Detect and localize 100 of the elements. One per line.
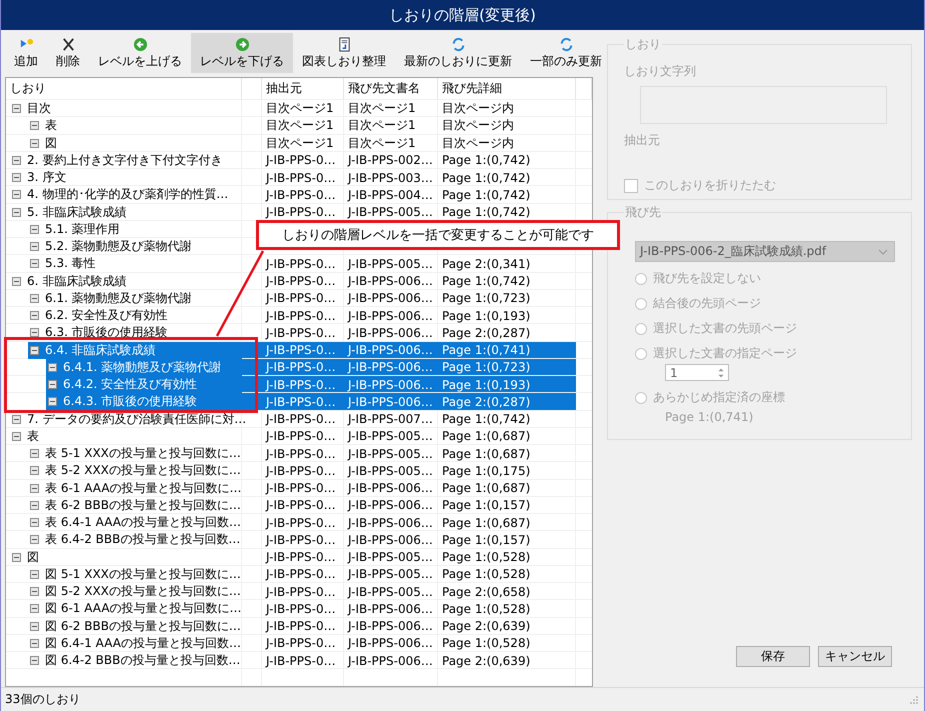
radio-button[interactable]	[635, 322, 647, 334]
tree-item[interactable]: 図	[28, 134, 57, 152]
tree-item[interactable]: 4. 物理的･化学的及び薬剤学的性質…	[10, 186, 228, 204]
table-row[interactable]: 表 6-1 AAAの投与量と投与回数に… J-IB-PPS-0… J-IB-PPS-006… Page 1:(0,687)	[6, 478, 592, 496]
table-row[interactable]: 図 6.4-1 AAAの投与量と投与回数… J-IB-PPS-0… J-IB-PPS-006… Page 1:(0,528)	[6, 634, 592, 651]
node-icon	[12, 208, 21, 216]
tree-item[interactable]: 5.3. 毒性	[28, 255, 96, 272]
table-row[interactable]: 図 5-2 XXXの投与量と投与回数に… J-IB-PPS-0… J-IB-PPS-005… Page 2:(0,658)	[6, 582, 592, 600]
toolbar-button[interactable]: 一部のみ更新	[521, 33, 611, 73]
table-row[interactable]: 6.4.3. 市販後の使用経験 J-IB-PPS-0… J-IB-PPS-006… Page 2:(0,287)	[6, 392, 592, 410]
radio-button[interactable]	[635, 392, 647, 404]
table-cell: J-IB-PPS-005…	[348, 256, 433, 271]
table-row[interactable]: 4. 物理的･化学的及び薬剤学的性質… J-IB-PPS-0… J-IB-PPS-004… Page 1:(0,742)	[6, 185, 592, 202]
table-cell: J-IB-PPS-005…	[348, 550, 433, 564]
column-header[interactable]: 飛び先詳細	[438, 78, 576, 99]
column-header[interactable]: 飛び先文書名	[344, 78, 438, 99]
table-row[interactable]: 図 5-1 XXXの投与量と投与回数に… J-IB-PPS-0… J-IB-PPS-005… Page 1:(0,528)	[6, 564, 592, 582]
document-dropdown[interactable]: J-IB-PPS-006-2_臨床試験成績.pdf	[635, 241, 895, 262]
table-row[interactable]: 3. 序文 J-IB-PPS-0… J-IB-PPS-003… Page 1:(0,742)	[6, 168, 592, 186]
column-header[interactable]: しおり	[6, 78, 242, 99]
node-icon	[30, 638, 39, 648]
table-row[interactable]: 表 6-2 BBBの投与量と投与回数に… J-IB-PPS-0… J-IB-PPS-006… Page 1:(0,157)	[6, 496, 592, 513]
tree-item[interactable]: 6.4.1. 薬物動態及び薬物代謝	[46, 358, 242, 376]
tree-item[interactable]: 6.4.2. 安全性及び有効性	[46, 376, 242, 393]
field-label: 抽出元	[624, 132, 661, 149]
table-row[interactable]: 表 目次ページ1 目次ページ1 目次ページ内	[6, 116, 592, 134]
tree-item[interactable]: 目次	[10, 100, 51, 117]
table-row[interactable]: 6.4.1. 薬物動態及び薬物代謝 J-IB-PPS-0… J-IB-PPS-006… Page 1:(0,723)	[6, 358, 592, 375]
table-row[interactable]: 図 目次ページ1 目次ページ1 目次ページ内	[6, 134, 592, 151]
tree-item[interactable]: 5. 非臨床試験成績	[10, 204, 126, 220]
table-cell: J-IB-PPS-0…	[266, 567, 336, 582]
table-row[interactable]: 2. 要約上付き文字付き下付文字付き J-IB-PPS-0… J-IB-PPS-002… Page 1:(0,742)	[6, 150, 592, 168]
table-cell: J-IB-PPS-0…	[266, 636, 336, 650]
table-row[interactable]: 表 6.4-1 AAAの投与量と投与回数… J-IB-PPS-0… J-IB-PPS-006… Page 1:(0,687)	[6, 513, 592, 530]
radio-button[interactable]	[635, 298, 647, 310]
tree-item[interactable]: 表 6.4-2 BBBの投与量と投与回数…	[28, 531, 240, 548]
toolbar-button[interactable]: レベルを下げる	[191, 33, 293, 73]
tree-item[interactable]: 6.1. 薬物動態及び薬物代謝	[28, 290, 192, 307]
table-row[interactable]: 表 6.4-2 BBBの投与量と投与回数… J-IB-PPS-0… J-IB-PPS-006… Page 1:(0,157)	[6, 530, 592, 548]
node-icon	[30, 500, 39, 510]
node-icon	[30, 587, 39, 596]
table-cell: Page 1:(0,687)	[442, 429, 530, 444]
table-row[interactable]: 図 J-IB-PPS-0… J-IB-PPS-005… Page 1:(0,528)	[6, 548, 592, 565]
dialog-button[interactable]: キャンセル	[818, 646, 892, 667]
tree-item[interactable]: 7. データの要約及び治験責任医師に対…	[10, 410, 246, 428]
table-cell: J-IB-PPS-006…	[348, 481, 433, 495]
node-icon	[12, 173, 21, 182]
tree-item[interactable]: 2. 要約上付き文字付き下付文字付き	[10, 152, 222, 169]
toolbar-button[interactable]: 追加	[5, 33, 47, 73]
toolbar-button[interactable]: 図表しおり整理	[293, 33, 395, 73]
checkbox[interactable]	[624, 178, 638, 192]
document-icon	[336, 36, 352, 52]
page-spinner[interactable]: 1	[665, 364, 729, 381]
status-text: 33個のしおり	[5, 691, 80, 708]
tree-item[interactable]: 5.2. 薬物動態及び薬物代謝	[28, 238, 192, 255]
toolbar-button[interactable]: 削除	[47, 33, 89, 73]
tree-item[interactable]: 6.4.3. 市販後の使用経験	[46, 393, 242, 410]
tree-item[interactable]: 6. 非臨床試験成績	[10, 272, 126, 290]
toolbar-button[interactable]: レベルを上げる	[89, 33, 191, 73]
tree-item[interactable]: 5.1. 薬理作用	[28, 220, 120, 238]
tree-item[interactable]: 図 5-1 XXXの投与量と投与回数に…	[28, 566, 241, 583]
tree-item[interactable]: 3. 序文	[10, 169, 66, 186]
table-row[interactable]: 図 6-1 AAAの投与量と投与回数に… J-IB-PPS-0… J-IB-PPS-006… Page 1:(0,528)	[6, 599, 592, 616]
table-row[interactable]: 図 6.4-2 BBBの投与量と投与回数… J-IB-PPS-0… J-IB-PPS-006… Page 2:(0,639)	[6, 651, 592, 668]
tree-item[interactable]: 表 6-2 BBBの投与量と投与回数に…	[28, 496, 241, 514]
tree-item[interactable]: 図 6-2 BBBの投与量と投与回数に…	[28, 618, 241, 634]
dialog-button[interactable]: 保存	[736, 646, 810, 667]
tree-item[interactable]: 図 5-2 XXXの投与量と投与回数に…	[28, 583, 241, 600]
table-row[interactable]: 目次 目次ページ1 目次ページ1 目次ページ内	[6, 99, 592, 116]
table-row[interactable]: 6. 非臨床試験成績 J-IB-PPS-0… J-IB-PPS-006… Page 1:(0,742)	[6, 272, 592, 289]
tree-item[interactable]: 表 5-2 XXXの投与量と投与回数に…	[28, 462, 241, 480]
table-row[interactable]: 図 6-2 BBBの投与量と投与回数に… J-IB-PPS-0… J-IB-PPS-006… Page 2:(0,639)	[6, 616, 592, 634]
tree-item[interactable]: 図 6.4-2 BBBの投与量と投与回数…	[28, 652, 240, 669]
toolbar-button[interactable]: 最新のしおりに更新	[395, 33, 521, 73]
table-cell: J-IB-PPS-0…	[266, 308, 336, 322]
table-cell: J-IB-PPS-0…	[266, 429, 336, 444]
table-cell: J-IB-PPS-006…	[348, 532, 433, 547]
table-row[interactable]: 5.3. 毒性 J-IB-PPS-0… J-IB-PPS-005… Page 2:(0,341)	[6, 254, 592, 272]
tree-item[interactable]: 表 6-1 AAAの投与量と投与回数に…	[28, 480, 242, 496]
tree-item[interactable]: 6.2. 安全性及び有効性	[28, 307, 168, 324]
table-row[interactable]: 7. データの要約及び治験責任医師に対… J-IB-PPS-0… J-IB-PPS-007… Page 1:(0,742)	[6, 410, 592, 427]
table-row[interactable]: 6.2. 安全性及び有効性 J-IB-PPS-0… J-IB-PPS-006… Page 1:(0,193)	[6, 306, 592, 324]
tree-item[interactable]: 図 6.4-1 AAAの投与量と投与回数…	[28, 634, 241, 652]
table-row[interactable]: 表 5-2 XXXの投与量と投与回数に… J-IB-PPS-0… J-IB-PPS-005… Page 1:(0,175)	[6, 461, 592, 478]
tree-item[interactable]: 表 6.4-1 AAAの投与量と投与回数…	[28, 514, 241, 531]
tree-item[interactable]: 図 6-1 AAAの投与量と投与回数に…	[28, 600, 242, 618]
node-icon	[30, 224, 39, 234]
tree-item[interactable]: 表	[28, 117, 57, 134]
radio-button[interactable]	[635, 272, 647, 284]
table-row[interactable]: 6.1. 薬物動態及び薬物代謝 J-IB-PPS-0… J-IB-PPS-006… Page 1:(0,723)	[6, 288, 592, 306]
table-row[interactable]: 表 5-1 XXXの投与量と投与回数に… J-IB-PPS-0… J-IB-PPS-005… Page 1:(0,687)	[6, 444, 592, 462]
column-header[interactable]: 抽出元	[262, 78, 344, 99]
tree-item[interactable]: 表 5-1 XXXの投与量と投与回数に…	[28, 445, 241, 462]
table-row[interactable]: 6.4.2. 安全性及び有効性 J-IB-PPS-0… J-IB-PPS-006… Page 1:(0,193)	[6, 375, 592, 392]
tree-item[interactable]: 6.4. 非臨床試験成績	[28, 342, 242, 358]
tree-item[interactable]: 図	[10, 548, 39, 566]
tree-item[interactable]: 表	[10, 428, 39, 445]
radio-button[interactable]	[635, 348, 647, 360]
table-row[interactable]: 6.4. 非臨床試験成績 J-IB-PPS-0… J-IB-PPS-006… Page 1:(0,741)	[6, 340, 592, 358]
table-row[interactable]: 表 J-IB-PPS-0… J-IB-PPS-005… Page 1:(0,687)	[6, 426, 592, 444]
